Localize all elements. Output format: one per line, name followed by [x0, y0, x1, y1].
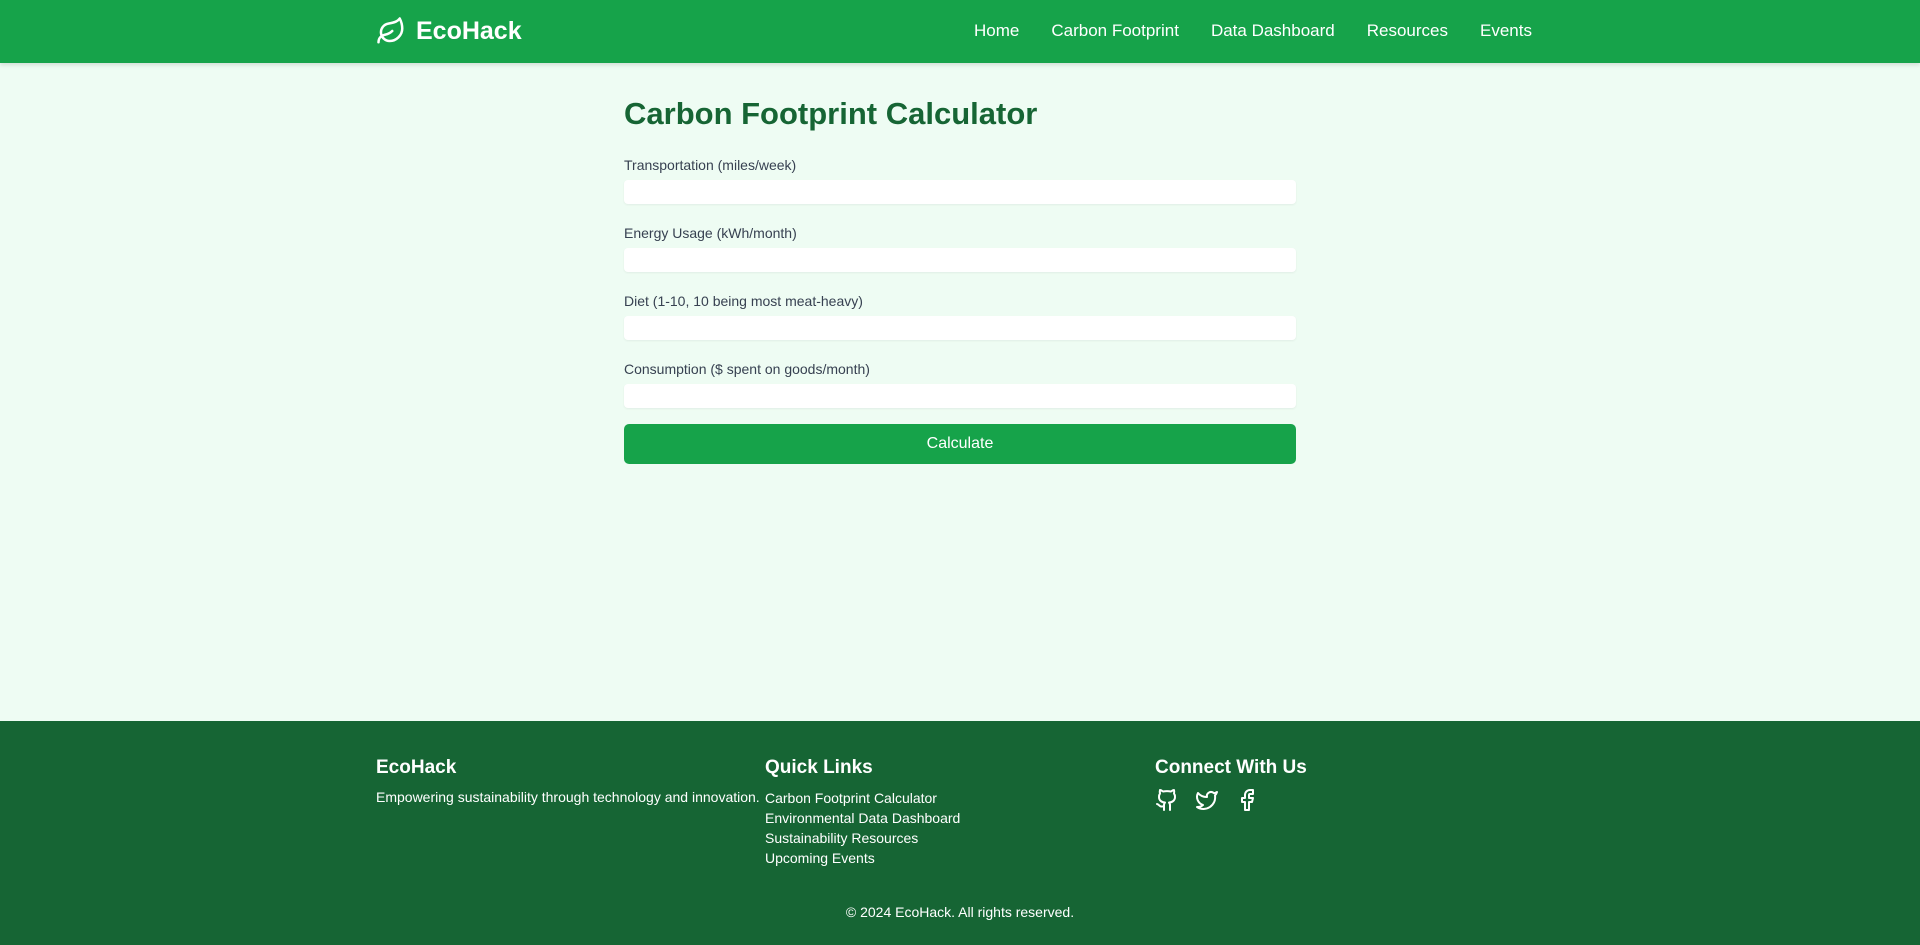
footer-connect: Connect With Us: [1155, 756, 1307, 812]
footer-quick-links: Quick Links Carbon Footprint Calculator …: [765, 756, 960, 868]
copyright: © 2024 EcoHack. All rights reserved.: [845, 904, 1075, 920]
list-item: Carbon Footprint Calculator: [765, 788, 960, 808]
footer-link-dashboard[interactable]: Environmental Data Dashboard: [765, 810, 960, 826]
nav-home[interactable]: Home: [974, 20, 1019, 42]
site-footer: EcoHack Empowering sustainability throug…: [0, 721, 1920, 945]
footer-tagline: Empowering sustainability through techno…: [376, 789, 760, 805]
nav-resources[interactable]: Resources: [1367, 20, 1448, 42]
footer-link-resources[interactable]: Sustainability Resources: [765, 830, 918, 846]
main-nav: Home Carbon Footprint Data Dashboard Res…: [974, 20, 1532, 42]
nav-carbon-footprint[interactable]: Carbon Footprint: [1051, 20, 1179, 42]
list-item: Environmental Data Dashboard: [765, 808, 960, 828]
facebook-icon[interactable]: [1235, 788, 1259, 812]
quick-links-heading: Quick Links: [765, 757, 873, 778]
diet-field: Diet (1-10, 10 being most meat-heavy): [624, 292, 1296, 340]
brand-logo[interactable]: EcoHack: [376, 15, 522, 47]
calculate-button[interactable]: Calculate: [624, 424, 1296, 464]
energy-field: Energy Usage (kWh/month): [624, 224, 1296, 272]
energy-input[interactable]: [624, 248, 1296, 272]
transportation-input[interactable]: [624, 180, 1296, 204]
nav-events[interactable]: Events: [1480, 20, 1532, 42]
footer-link-events[interactable]: Upcoming Events: [765, 850, 875, 866]
consumption-label: Consumption ($ spent on goods/month): [624, 361, 870, 377]
footer-brand-heading: EcoHack: [376, 757, 457, 778]
footer-about: EcoHack Empowering sustainability throug…: [376, 756, 760, 806]
transportation-field: Transportation (miles/week): [624, 156, 1296, 204]
list-item: Sustainability Resources: [765, 828, 960, 848]
diet-input[interactable]: [624, 316, 1296, 340]
transportation-label: Transportation (miles/week): [624, 157, 797, 173]
twitter-icon[interactable]: [1195, 788, 1219, 812]
diet-label: Diet (1-10, 10 being most meat-heavy): [624, 293, 863, 309]
page-title: Carbon Footprint Calculator: [624, 96, 1038, 131]
github-icon[interactable]: [1155, 788, 1179, 812]
consumption-field: Consumption ($ spent on goods/month): [624, 360, 1296, 408]
leaf-icon: [376, 16, 406, 46]
calculator-section: Carbon Footprint Calculator Transportati…: [624, 96, 1296, 464]
site-header: EcoHack Home Carbon Footprint Data Dashb…: [0, 0, 1920, 63]
connect-heading: Connect With Us: [1155, 757, 1307, 778]
footer-link-calculator[interactable]: Carbon Footprint Calculator: [765, 790, 937, 806]
social-links: [1155, 788, 1307, 812]
list-item: Upcoming Events: [765, 848, 960, 868]
consumption-input[interactable]: [624, 384, 1296, 408]
nav-data-dashboard[interactable]: Data Dashboard: [1211, 20, 1335, 42]
brand-name: EcoHack: [416, 17, 522, 45]
energy-label: Energy Usage (kWh/month): [624, 225, 797, 241]
quick-links-list: Carbon Footprint Calculator Environmenta…: [765, 788, 960, 868]
